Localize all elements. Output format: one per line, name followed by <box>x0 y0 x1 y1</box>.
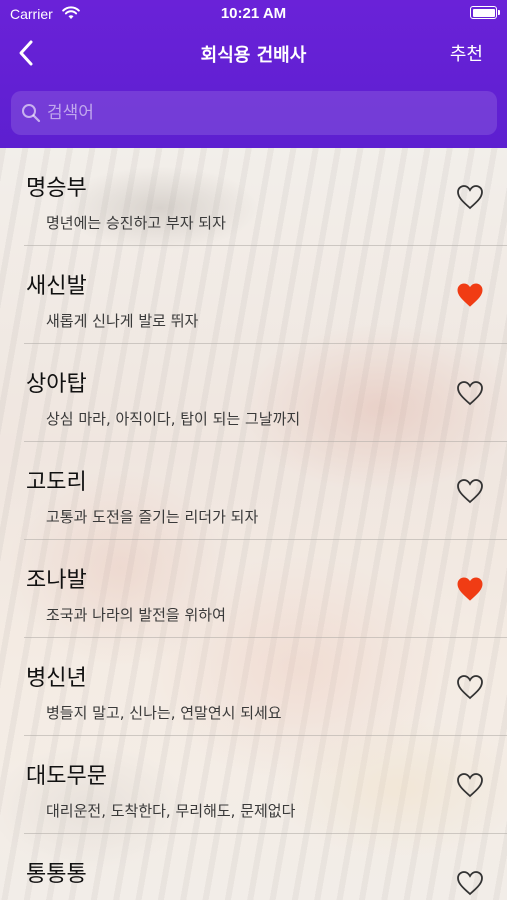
item-subtitle: 새롭게 신나게 발로 뛰자 <box>46 312 199 330</box>
heart-outline-icon[interactable] <box>456 478 484 504</box>
header: Carrier 10:21 AM 회식용 건배사 추천 <box>0 0 507 148</box>
item-subtitle: 상심 마라, 아직이다, 탑이 되는 그날까지 <box>46 410 301 428</box>
heart-filled-icon[interactable] <box>456 576 484 602</box>
heart-outline-icon[interactable] <box>456 870 484 896</box>
item-subtitle: 병들지 말고, 신나는, 연말연시 되세요 <box>46 704 282 722</box>
nav-bar: 회식용 건배사 추천 <box>0 30 507 76</box>
list-item[interactable]: 대도무문대리운전, 도착한다, 무리해도, 문제없다 <box>0 736 507 834</box>
item-subtitle: 조국과 나라의 발전을 위하여 <box>46 606 226 624</box>
list-item[interactable]: 조나발조국과 나라의 발전을 위하여 <box>0 540 507 638</box>
item-title: 통통통 <box>26 862 87 887</box>
item-title: 새신발 <box>26 274 87 299</box>
item-title: 병신년 <box>26 666 87 691</box>
item-title: 상아탑 <box>26 372 87 397</box>
list-item[interactable]: 상아탑상심 마라, 아직이다, 탑이 되는 그날까지 <box>0 344 507 442</box>
heart-outline-icon[interactable] <box>456 380 484 406</box>
search-icon <box>22 104 41 123</box>
recommend-button[interactable]: 추천 <box>450 40 483 66</box>
item-title: 조나발 <box>26 568 87 593</box>
list-item[interactable]: 통통통 <box>0 834 507 900</box>
page-title: 회식용 건배사 <box>200 45 307 66</box>
heart-outline-icon[interactable] <box>456 772 484 798</box>
list-item[interactable]: 명승부명년에는 승진하고 부자 되자 <box>0 148 507 246</box>
list-item[interactable]: 새신발새롭게 신나게 발로 뛰자 <box>0 246 507 344</box>
status-bar: Carrier 10:21 AM <box>0 0 507 28</box>
item-title: 명승부 <box>26 176 87 201</box>
list-item[interactable]: 고도리고통과 도전을 즐기는 리더가 되자 <box>0 442 507 540</box>
item-subtitle: 고통과 도전을 즐기는 리더가 되자 <box>46 508 259 526</box>
item-title: 고도리 <box>26 470 87 495</box>
heart-outline-icon[interactable] <box>456 184 484 210</box>
list-item[interactable]: 병신년병들지 말고, 신나는, 연말연시 되세요 <box>0 638 507 736</box>
heart-filled-icon[interactable] <box>456 282 484 308</box>
status-time: 10:21 AM <box>220 5 287 22</box>
battery-icon <box>470 6 500 19</box>
toast-list: 명승부명년에는 승진하고 부자 되자새신발새롭게 신나게 발로 뛰자상아탑상심 … <box>0 148 507 900</box>
search-bar[interactable] <box>11 91 497 135</box>
item-subtitle: 대리운전, 도착한다, 무리해도, 문제없다 <box>46 802 296 820</box>
item-title: 대도무문 <box>26 764 107 789</box>
search-input[interactable] <box>47 91 487 135</box>
item-subtitle: 명년에는 승진하고 부자 되자 <box>46 214 226 232</box>
heart-outline-icon[interactable] <box>456 674 484 700</box>
